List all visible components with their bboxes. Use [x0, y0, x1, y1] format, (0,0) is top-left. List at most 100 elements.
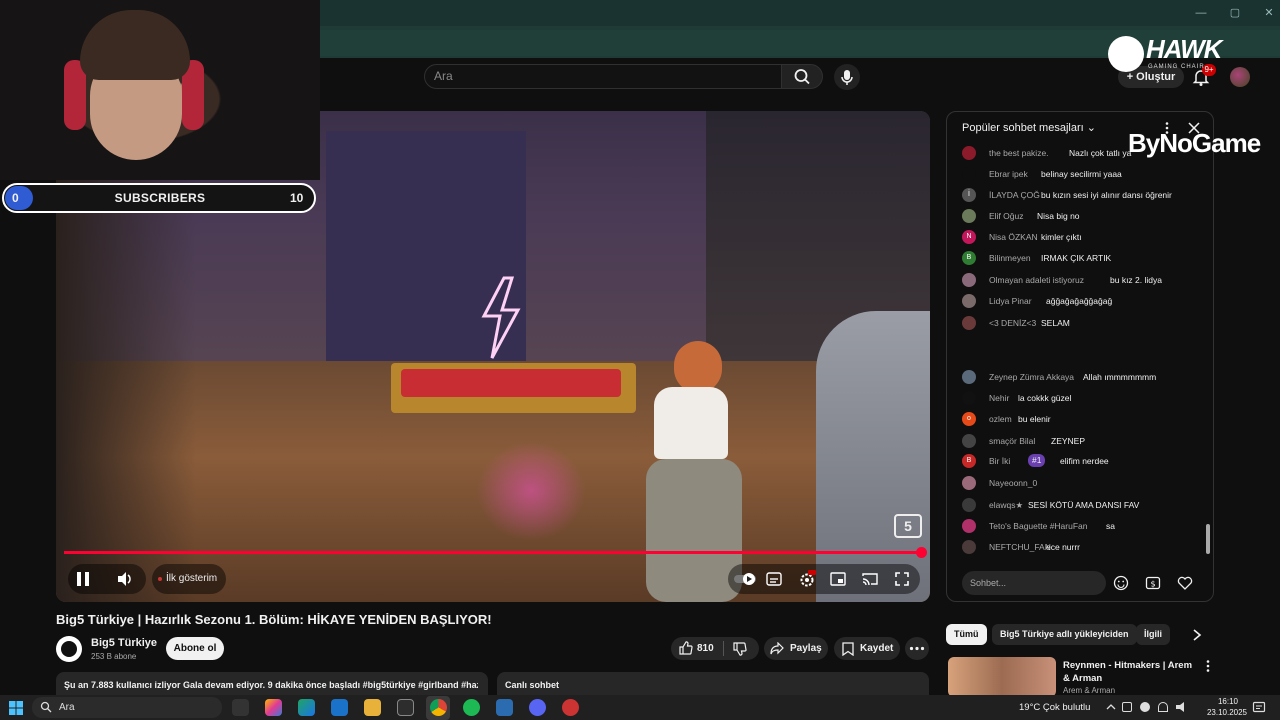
- chat-avatar[interactable]: [962, 294, 976, 308]
- outlook-icon[interactable]: [331, 699, 348, 716]
- chat-author[interactable]: <3 DENİZ<3: [989, 318, 1036, 329]
- chat-author[interactable]: Nehir: [989, 393, 1009, 404]
- heart-reaction-icon[interactable]: [1177, 575, 1193, 591]
- share-button[interactable]: Paylaş: [764, 637, 828, 660]
- related-video-title[interactable]: Reynmen - Hitmakers | Arem & Arman: [1063, 659, 1197, 685]
- system-tray-icons[interactable]: [1122, 701, 1194, 713]
- super-chat-icon[interactable]: $: [1145, 575, 1161, 591]
- chat-author[interactable]: Elif Oğuz: [989, 211, 1024, 222]
- more-actions-button[interactable]: [905, 637, 929, 660]
- search-box[interactable]: [424, 64, 782, 89]
- spotify-icon[interactable]: [463, 699, 480, 716]
- tray-chevron-up-icon[interactable]: [1106, 702, 1116, 712]
- chat-avatar[interactable]: [962, 434, 976, 448]
- chat-avatar[interactable]: B: [962, 251, 976, 265]
- wifi-icon[interactable]: [1158, 702, 1168, 712]
- chat-avatar[interactable]: [962, 273, 976, 287]
- captions-icon[interactable]: [766, 572, 782, 586]
- voice-search-button[interactable]: [834, 64, 860, 90]
- chat-avatar[interactable]: [962, 476, 976, 490]
- chat-avatar[interactable]: B: [962, 454, 976, 468]
- chat-scrollbar[interactable]: [1206, 524, 1210, 554]
- tray-app-icon[interactable]: [1122, 702, 1132, 712]
- windows-start-icon[interactable]: [8, 700, 24, 716]
- minimize-button[interactable]: —: [1194, 6, 1208, 20]
- settings-gear-icon[interactable]: [798, 570, 816, 588]
- miniplayer-icon[interactable]: [830, 572, 846, 586]
- chat-author[interactable]: Ebrar ipek: [989, 169, 1028, 180]
- maximize-button[interactable]: ▢: [1228, 6, 1242, 20]
- chat-avatar[interactable]: [962, 209, 976, 223]
- chat-author[interactable]: elawqs★: [989, 500, 1023, 511]
- file-explorer-icon[interactable]: [364, 699, 381, 716]
- progress-scrubber[interactable]: [916, 547, 927, 558]
- discord-icon[interactable]: [529, 699, 546, 716]
- tray-cloud-icon[interactable]: [1140, 702, 1150, 712]
- search-input[interactable]: Ara: [434, 69, 453, 83]
- chat-avatar[interactable]: [962, 540, 976, 554]
- chat-avatar[interactable]: [962, 167, 976, 181]
- xbox-icon[interactable]: [397, 699, 414, 716]
- chat-mode-dropdown[interactable]: Popüler sohbet mesajları ⌄: [962, 121, 1096, 134]
- autoplay-toggle-icon[interactable]: [734, 572, 756, 586]
- chevron-down-icon: ⌄: [1086, 122, 1096, 134]
- related-video-thumbnail[interactable]: [948, 657, 1056, 697]
- related-menu-icon[interactable]: [1204, 659, 1212, 673]
- speaker-icon[interactable]: [1176, 702, 1184, 712]
- emoji-icon[interactable]: [1113, 575, 1129, 591]
- task-view-icon[interactable]: [232, 699, 249, 716]
- chat-author[interactable]: Teto's Baguette #HaruFan: [989, 521, 1088, 532]
- chat-author[interactable]: Lidya Pinar: [989, 296, 1032, 307]
- chat-avatar[interactable]: İ: [962, 188, 976, 202]
- chat-author[interactable]: Nayeoonn_0: [989, 478, 1037, 489]
- chat-author[interactable]: the best pakize.: [989, 148, 1049, 159]
- chat-avatar[interactable]: [962, 370, 976, 384]
- subscribe-button[interactable]: Abone ol: [166, 637, 224, 660]
- chat-avatar[interactable]: [962, 146, 976, 160]
- chrome-icon[interactable]: [430, 699, 447, 716]
- chevron-right-icon[interactable]: [1192, 629, 1202, 641]
- fullscreen-icon[interactable]: [894, 571, 910, 587]
- channel-name[interactable]: Big5 Türkiye: [91, 637, 157, 649]
- chat-author[interactable]: Bir İki: [989, 456, 1010, 467]
- volume-icon[interactable]: [116, 570, 134, 588]
- chat-author[interactable]: smaçör Bilal: [989, 436, 1035, 447]
- chat-avatar[interactable]: N: [962, 230, 976, 244]
- chip-uploader[interactable]: Big5 Türkiye adlı yükleyiciden: [992, 624, 1137, 645]
- thumbs-up-icon[interactable]: [679, 641, 693, 655]
- clock-time[interactable]: 16:10: [1213, 697, 1243, 706]
- search-button[interactable]: [781, 64, 823, 89]
- chip-all[interactable]: Tümü: [946, 624, 987, 645]
- save-button[interactable]: Kaydet: [834, 637, 900, 660]
- hawk-logo: [1108, 36, 1144, 72]
- edge-icon[interactable]: [298, 699, 315, 716]
- obs-icon[interactable]: [562, 699, 579, 716]
- account-avatar[interactable]: [1230, 67, 1250, 87]
- live-chat-tab[interactable]: [497, 672, 929, 696]
- chat-avatar[interactable]: [962, 391, 976, 405]
- neon-lightning-sign: [481, 276, 521, 359]
- app-icon-blue[interactable]: [496, 699, 513, 716]
- chat-author[interactable]: Zeynep Zümra Akkaya: [989, 372, 1074, 383]
- chat-author[interactable]: ozlem: [989, 414, 1012, 425]
- chat-author[interactable]: Olmayan adaleti istiyoruz: [989, 275, 1084, 286]
- clock-date[interactable]: 23.10.2025: [1203, 708, 1251, 717]
- chat-author[interactable]: İLAYDA ÇOĞ: [989, 190, 1040, 201]
- chat-avatar[interactable]: [962, 519, 976, 533]
- weather-widget[interactable]: 19°C Çok bulutlu: [1019, 702, 1090, 713]
- cast-icon[interactable]: [862, 572, 878, 586]
- chat-avatar[interactable]: [962, 498, 976, 512]
- related-video-channel[interactable]: Arem & Arman: [1063, 686, 1115, 695]
- chat-author[interactable]: NEFTCHU_FAN: [989, 542, 1051, 553]
- chip-related[interactable]: İlgili: [1136, 624, 1170, 645]
- close-window-button[interactable]: ✕: [1262, 6, 1276, 20]
- chat-author[interactable]: Bilinmeyen: [989, 253, 1031, 264]
- player-right-controls: [728, 564, 920, 594]
- pause-icon[interactable]: [74, 570, 92, 588]
- chat-author[interactable]: Nisa ÖZKAN: [989, 232, 1038, 243]
- thumbs-down-icon[interactable]: [733, 642, 747, 656]
- copilot-icon[interactable]: [265, 699, 282, 716]
- chat-avatar[interactable]: o: [962, 412, 976, 426]
- chat-avatar[interactable]: [962, 316, 976, 330]
- notifications-icon[interactable]: [1252, 700, 1266, 714]
